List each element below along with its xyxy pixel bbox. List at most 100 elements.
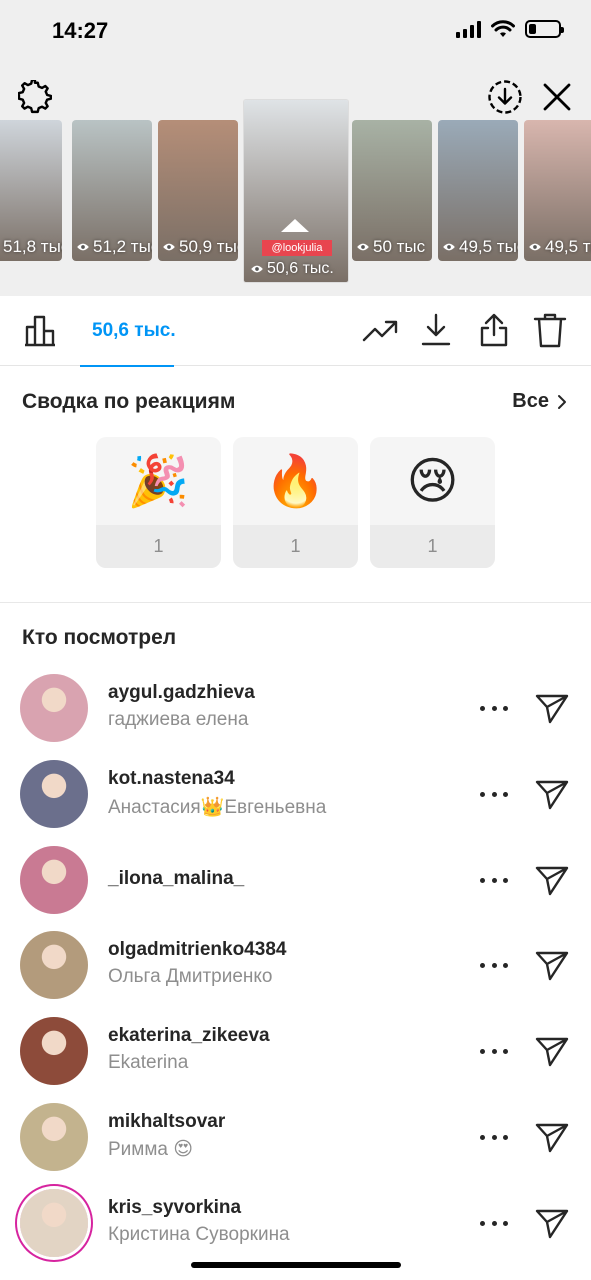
viewer-username[interactable]: aygul.gadzhieva (108, 682, 255, 704)
story-view-count-text: 50,6 тыс. (267, 260, 334, 277)
see-all-reactions-link[interactable]: Все (512, 390, 567, 413)
eye-icon (251, 265, 263, 273)
viewers-title: Кто посмотрел (22, 626, 177, 649)
paper-plane-icon (535, 1209, 569, 1239)
viewer-row[interactable]: _ilona_malina_ (0, 846, 591, 932)
avatar[interactable] (20, 760, 88, 828)
send-message-button[interactable] (532, 860, 572, 900)
send-message-button[interactable] (532, 1031, 572, 1071)
gear-icon (18, 80, 52, 114)
story-view-count: 51,8 тыс (0, 237, 62, 257)
paper-plane-icon (535, 866, 569, 896)
story-view-count-text: 50,9 тыс (179, 237, 238, 256)
reaction-count: 1 (96, 525, 221, 568)
story-view-count-text: 49,5 тыс (459, 237, 518, 256)
more-options-button[interactable] (480, 696, 508, 720)
story-thumbnail[interactable]: 49,5 тыс (524, 120, 591, 261)
status-time: 14:27 (52, 18, 109, 43)
viewer-row[interactable]: kot.nastena34 Анастасия👑Евгеньевна (0, 760, 591, 846)
paper-plane-icon (535, 780, 569, 810)
viewer-full-name: Ekaterina (108, 1052, 189, 1073)
story-thumbnail[interactable]: 51,2 тыс (72, 120, 152, 261)
active-story-pointer (281, 219, 309, 232)
story-view-count-text: 50 тыс (373, 237, 426, 256)
viewer-row[interactable]: olgadmitrienko4384 Ольга Дмитриенко (0, 931, 591, 1017)
story-thumbnail[interactable]: 51,8 тыс (0, 120, 62, 261)
more-options-button[interactable] (480, 782, 508, 806)
share-button[interactable] (476, 312, 512, 348)
send-message-button[interactable] (532, 774, 572, 814)
avatar[interactable] (20, 931, 88, 999)
story-thumbnail[interactable]: 50,9 тыс (158, 120, 238, 261)
avatar[interactable] (20, 1103, 88, 1171)
eye-icon (443, 243, 455, 251)
viewer-username[interactable]: olgadmitrienko4384 (108, 939, 286, 961)
delete-button[interactable] (532, 312, 568, 348)
story-preview-area: 51,8 тыс 51,2 тыс 50,9 тыс @lookjulia 50,6 т… (0, 64, 591, 296)
reaction-card[interactable]: 😢 1 (370, 437, 495, 568)
status-icons (456, 20, 564, 38)
more-options-button[interactable] (480, 868, 508, 892)
viewer-username[interactable]: mikhaltsovar (108, 1111, 225, 1133)
viewer-full-name: Римма 😍 (108, 1139, 194, 1160)
send-message-button[interactable] (532, 688, 572, 728)
download-button[interactable] (418, 312, 454, 348)
avatar[interactable] (20, 1189, 88, 1257)
story-view-count-text: 51,2 тыс (93, 237, 152, 256)
viewer-full-name: Анастасия👑Евгеньевна (108, 797, 327, 818)
send-message-button[interactable] (532, 1117, 572, 1157)
more-options-button[interactable] (480, 1211, 508, 1235)
more-options-button[interactable] (480, 1125, 508, 1149)
avatar[interactable] (20, 1017, 88, 1085)
story-thumbnail-strip: 51,8 тыс 51,2 тыс 50,9 тыс @lookjulia 50,6 т… (0, 100, 591, 282)
close-button[interactable] (538, 78, 576, 116)
eye-icon (357, 243, 369, 251)
bar-chart-icon (25, 315, 55, 347)
avatar[interactable] (20, 846, 88, 914)
send-message-button[interactable] (532, 1203, 572, 1243)
viewer-username[interactable]: ekaterina_zikeeva (108, 1025, 270, 1047)
story-view-count: 50,6 тыс. (250, 260, 334, 278)
story-thumbnail[interactable]: 50 тыс (352, 120, 432, 261)
viewer-full-name: Ольга Дмитриенко (108, 966, 273, 987)
paper-plane-icon (535, 694, 569, 724)
reaction-emoji: 🎉 (127, 452, 190, 509)
viewer-row[interactable]: mikhaltsovar Римма 😍 (0, 1103, 591, 1189)
reaction-card[interactable]: 🎉 1 (96, 437, 221, 568)
wifi-icon (491, 20, 515, 37)
paper-plane-icon (535, 951, 569, 981)
viewer-full-name: гаджиева елена (108, 709, 249, 730)
close-icon (543, 83, 571, 111)
reactions-title: Сводка по реакциям (22, 390, 236, 413)
viewer-full-name: Кристина Суворкина (108, 1224, 290, 1245)
eye-icon (77, 243, 89, 251)
tab-viewers[interactable]: 50,6 тыс. (80, 296, 176, 367)
settings-button[interactable] (16, 78, 54, 116)
story-thumbnail[interactable]: 49,5 тыс (438, 120, 518, 261)
viewer-row[interactable]: aygul.gadzhieva гаджиева елена (0, 674, 591, 760)
more-options-button[interactable] (480, 1039, 508, 1063)
home-indicator (191, 1262, 401, 1268)
reaction-card[interactable]: 🔥 1 (233, 437, 358, 568)
story-thumbnail-active[interactable]: @lookjulia 50,6 тыс. (244, 100, 348, 282)
viewer-row[interactable]: ekaterina_zikeeva Ekaterina (0, 1017, 591, 1103)
eye-icon (529, 243, 541, 251)
story-view-count: 50,9 тыс (162, 237, 238, 257)
viewer-username[interactable]: kot.nastena34 (108, 768, 235, 790)
insights-button[interactable] (22, 312, 58, 348)
send-message-button[interactable] (532, 945, 572, 985)
viewer-username[interactable]: kris_syvorkina (108, 1197, 241, 1219)
reactions-list: 🎉 1 🔥 1 😢 1 (96, 437, 495, 568)
signal-icon (456, 20, 481, 38)
story-view-count: 51,2 тыс (76, 237, 152, 257)
tab-active-indicator (80, 365, 174, 367)
viewer-username[interactable]: _ilona_malina_ (108, 868, 244, 890)
eye-icon (163, 243, 175, 251)
promote-button[interactable] (362, 312, 398, 348)
avatar[interactable] (20, 674, 88, 742)
section-divider (0, 602, 591, 603)
more-options-button[interactable] (480, 953, 508, 977)
chevron-right-icon (558, 394, 566, 409)
download-circle-button[interactable] (486, 78, 524, 116)
paper-plane-icon (535, 1037, 569, 1067)
